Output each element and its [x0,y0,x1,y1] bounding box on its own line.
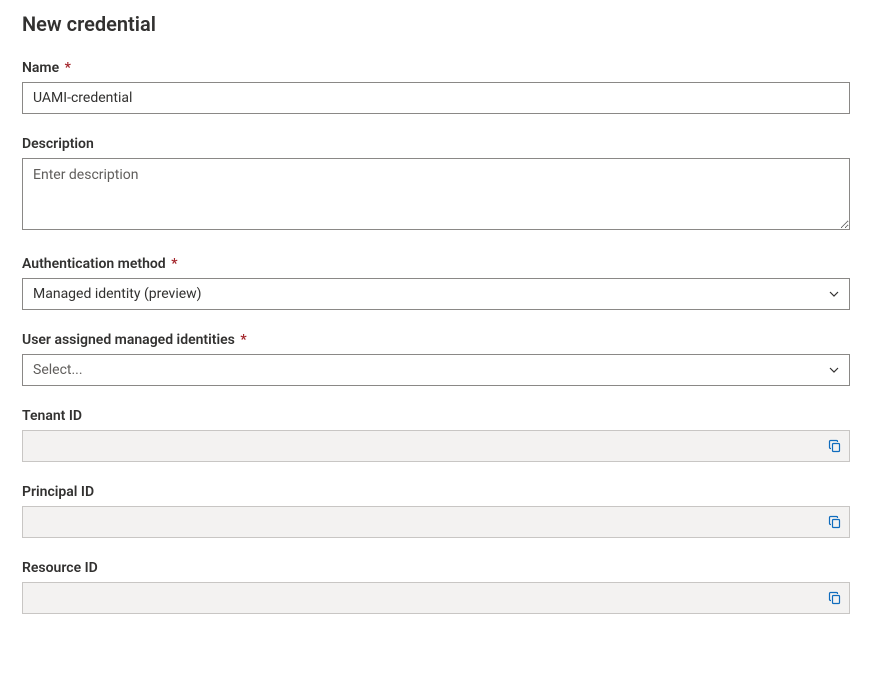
name-input[interactable] [22,82,850,114]
copy-icon [828,439,842,453]
resource-id-label: Resource ID [22,560,850,576]
principal-id-readonly [22,506,850,538]
auth-method-selected: Managed identity (preview) [33,286,202,302]
tenant-id-copy-button[interactable] [826,437,844,455]
description-field-group: Description [22,136,850,234]
page-title: New credential [22,12,850,36]
uami-label-text: User assigned managed identities [22,332,235,348]
copy-icon [828,591,842,605]
auth-method-select[interactable]: Managed identity (preview) [22,278,850,310]
tenant-id-label: Tenant ID [22,408,850,424]
description-textarea[interactable] [22,158,850,230]
description-label: Description [22,136,850,152]
tenant-id-field-group: Tenant ID [22,408,850,462]
copy-icon [828,515,842,529]
name-label: Name * [22,60,850,76]
name-field-group: Name * [22,60,850,114]
description-label-text: Description [22,136,94,152]
name-label-text: Name [22,60,59,76]
required-mark: * [171,256,177,272]
auth-method-field-group: Authentication method * Managed identity… [22,256,850,310]
principal-id-label: Principal ID [22,484,850,500]
resource-id-label-text: Resource ID [22,560,98,576]
tenant-id-readonly [22,430,850,462]
tenant-id-label-text: Tenant ID [22,408,82,424]
uami-select-wrapper: Select... [22,354,850,386]
uami-placeholder: Select... [33,362,83,378]
principal-id-copy-button[interactable] [826,513,844,531]
auth-method-select-wrapper: Managed identity (preview) [22,278,850,310]
resource-id-copy-button[interactable] [826,589,844,607]
auth-method-label: Authentication method * [22,256,850,272]
principal-id-field-group: Principal ID [22,484,850,538]
required-mark: * [240,332,246,348]
principal-id-label-text: Principal ID [22,484,94,500]
resource-id-readonly-wrapper [22,582,850,614]
tenant-id-readonly-wrapper [22,430,850,462]
required-mark: * [65,60,71,76]
resource-id-field-group: Resource ID [22,560,850,614]
uami-field-group: User assigned managed identities * Selec… [22,332,850,386]
uami-select[interactable]: Select... [22,354,850,386]
principal-id-readonly-wrapper [22,506,850,538]
resource-id-readonly [22,582,850,614]
uami-label: User assigned managed identities * [22,332,850,348]
auth-method-label-text: Authentication method [22,256,166,272]
